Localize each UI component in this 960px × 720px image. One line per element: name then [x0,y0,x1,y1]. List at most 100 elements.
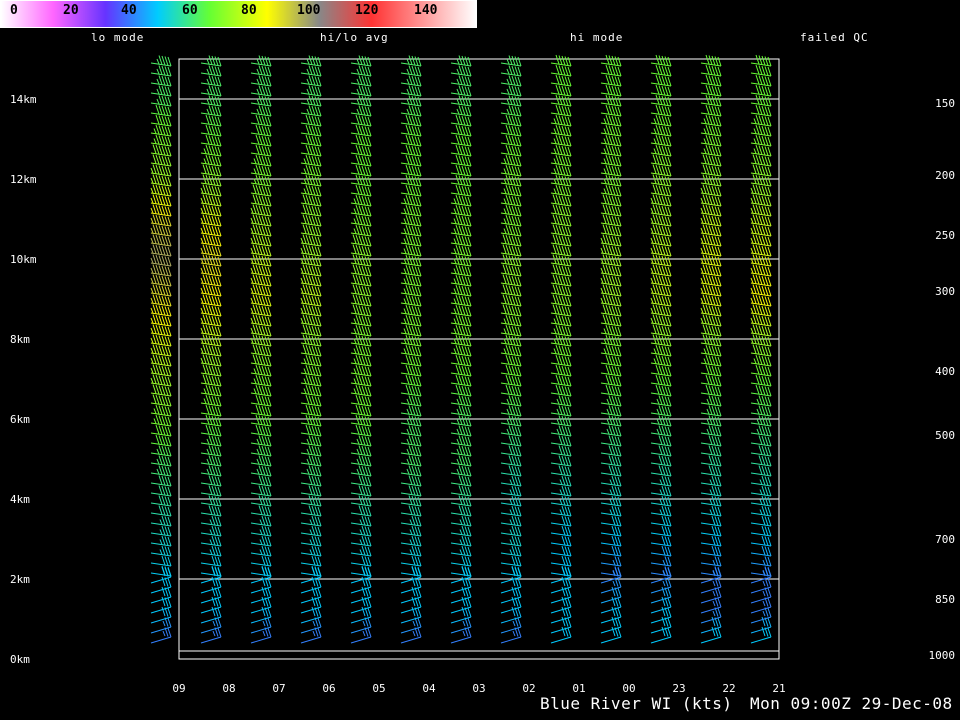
wind-barb [450,395,472,407]
wind-barb [350,184,372,197]
wind-barb [250,596,272,614]
wind-barb [750,104,772,117]
wind-barb [350,65,372,77]
wind-barb [650,184,672,197]
wind-barb [550,495,572,507]
wind-barb [700,344,722,357]
wind-barb [400,555,422,567]
wind-barb [200,465,222,477]
wind-barb [600,154,622,167]
wind-barb [500,224,522,237]
wind-barb [550,555,572,567]
wind-barb [300,214,322,227]
wind-barb [200,144,222,157]
wind-barb [150,475,172,487]
wind-barb [350,555,372,567]
wind-barb [300,455,322,467]
wind-barb [250,586,272,604]
wind-barb [650,274,672,287]
wind-barb [250,294,272,307]
wind-barb [300,304,322,317]
wind-barb [700,84,722,97]
wind-barb [700,395,722,407]
wind-barb [300,404,322,417]
wind-barb [750,134,772,147]
wind-barb [150,414,172,427]
wind-barb [150,495,172,507]
wind-barb [500,505,522,517]
wind-barb [600,626,622,644]
wind-barb [200,254,222,267]
wind-barb [250,515,272,527]
wind-barb [700,54,722,67]
wind-barb [700,144,722,157]
wind-barb [150,324,172,337]
wind-barb [550,184,572,197]
wind-barb [250,435,272,447]
wind-barb [200,596,222,614]
wind-barb [650,354,672,367]
wind-barb [300,274,322,287]
wind-barb [350,586,372,604]
wind-barb [550,264,572,277]
wind-barb [300,596,322,614]
wind-barb [150,555,172,567]
wind-barb [250,384,272,397]
wind-barb [550,224,572,237]
wind-barb [700,354,722,367]
wind-barb [350,154,372,167]
wind-barb [550,384,572,397]
wind-barb [150,434,172,447]
wind-barb [400,134,422,147]
height-label-10km: 10km [10,253,37,266]
wind-barb [600,445,622,457]
wind-barb [200,284,222,297]
wind-barb [200,374,222,387]
wind-barb [150,455,172,467]
wind-barb [650,214,672,227]
wind-barb [550,374,572,387]
wind-barb [450,124,472,137]
wind-barb [550,545,572,557]
wind-barb [250,254,272,267]
time-label-06: 06 [322,682,335,695]
wind-barb [200,586,222,604]
wind-barb [300,374,322,387]
valid-time: Mon 09:00Z 29-Dec-08 [750,694,953,713]
wind-barb [300,144,322,157]
wind-barb [450,354,472,367]
wind-barb [650,384,672,397]
pressure-label-300: 300 [935,285,955,298]
wind-barb [600,425,622,437]
wind-barb [200,114,222,127]
wind-barb [150,95,172,107]
wind-barb [350,535,372,547]
wind-barb [700,566,722,577]
wind-barb [600,224,622,237]
wind-barb [350,254,372,267]
wind-profile-chart: 0km 2km 4km 6km 8km 10km 12km 14km 150 200 250 300 4… [10,54,955,695]
wind-barb [600,324,622,337]
wind-barb [150,154,172,167]
pressure-label-150: 150 [935,97,955,110]
wind-barb [350,174,372,187]
wind-barb [350,445,372,457]
wind-barb [550,244,572,257]
wind-barb [250,65,272,77]
wind-barb [350,465,372,477]
wind-barb [200,495,222,507]
wind-barb [200,204,222,217]
wind-barb [400,334,422,347]
wind-barb [250,55,272,67]
time-label-04: 04 [422,682,436,695]
wind-barb [650,586,672,604]
wind-barb [750,515,772,527]
wind-barb [250,495,272,507]
wind-barb [150,114,172,127]
wind-barb [350,294,372,307]
wind-barb [450,105,472,117]
wind-barb [350,134,372,147]
wind-barb [400,425,422,437]
wind-barb [600,84,622,97]
wind-barb [450,374,472,387]
